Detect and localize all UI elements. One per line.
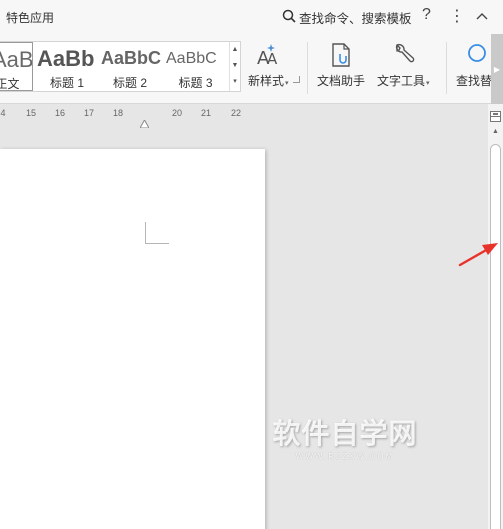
- menu-bar: 特色应用 查找命令、搜索模板 ? ⋮: [0, 0, 503, 34]
- wrench-icon: [391, 41, 415, 69]
- style-heading-3[interactable]: AaBbC 标题 3: [163, 42, 228, 91]
- more-options-button[interactable]: ⋮: [449, 6, 465, 26]
- style-heading-1-label: 标题 1: [49, 76, 84, 90]
- chevron-right-icon: ▶: [493, 64, 501, 74]
- command-search[interactable]: 查找命令、搜索模板: [282, 8, 412, 26]
- text-tools-button[interactable]: 文字工具▾: [377, 41, 430, 95]
- style-heading-2[interactable]: AaBbC 标题 2: [99, 42, 161, 91]
- split-view-icon[interactable]: [490, 109, 501, 122]
- style-heading-2-label: 标题 2: [112, 76, 147, 90]
- style-heading-2-preview: AaBbC: [101, 48, 161, 68]
- find-replace-button[interactable]: 查找替: [456, 41, 492, 95]
- document-page[interactable]: [0, 149, 265, 529]
- watermark-url: WWW.RJZXW.COM: [295, 452, 395, 461]
- margin-corner-mark: [145, 222, 169, 244]
- vertical-scrollbar[interactable]: ▲: [488, 104, 503, 529]
- ruler-number: 17: [83, 108, 95, 118]
- doc-assistant-button[interactable]: 文档助手: [317, 41, 365, 95]
- style-heading-1[interactable]: AaBb 标题 1: [35, 42, 99, 91]
- gallery-up-arrow-icon[interactable]: ▲: [230, 42, 240, 58]
- ruler-number: 16: [54, 108, 66, 118]
- style-heading-1-preview: AaBb: [37, 46, 95, 71]
- find-replace-label: 查找替: [456, 74, 493, 88]
- scroll-up-arrow-icon[interactable]: ▲: [488, 126, 503, 138]
- style-normal-label: 正文: [0, 77, 20, 91]
- svg-text:A: A: [267, 50, 278, 68]
- style-heading-3-preview: AaBbC: [166, 50, 217, 67]
- watermark-logo: 软件自学网 WWW.RJZXW.COM: [270, 412, 420, 461]
- doc-assistant-label: 文档助手: [317, 74, 366, 88]
- styles-dialog-launcher[interactable]: [293, 76, 300, 83]
- help-button[interactable]: ?: [422, 6, 431, 24]
- new-style-label: 新样式: [248, 74, 285, 88]
- search-icon: [282, 9, 296, 26]
- style-gallery: AaBb 正文 AaBb 标题 1 AaBbC 标题 2 AaBbC 标题 3 …: [0, 41, 241, 92]
- red-annotation-arrow: [458, 243, 498, 267]
- right-indent-marker[interactable]: [139, 115, 150, 129]
- collapse-ribbon-chevron-up-icon[interactable]: [474, 8, 490, 24]
- ruler-number: 4: [0, 108, 6, 118]
- doc-assistant-icon: [329, 41, 353, 69]
- text-tools-dropdown-icon: ▾: [426, 80, 430, 87]
- style-normal[interactable]: AaBb 正文: [0, 42, 33, 91]
- horizontal-ruler: 4 15 16 17 18 20 21 22: [0, 104, 488, 129]
- style-heading-3-label: 标题 3: [178, 76, 213, 90]
- ruler-number: 21: [200, 108, 212, 118]
- ruler-number: 22: [230, 108, 242, 118]
- new-style-dropdown-icon: ▾: [285, 80, 289, 87]
- find-icon: [459, 41, 489, 69]
- scrollbar-thumb[interactable]: [490, 144, 501, 529]
- command-search-label: 查找命令、搜索模板: [299, 11, 412, 26]
- text-tools-label: 文字工具: [377, 74, 426, 88]
- tab-special-apps[interactable]: 特色应用: [6, 9, 54, 26]
- style-normal-preview: AaBb: [0, 47, 33, 72]
- new-style-button[interactable]: A A 新样式▾: [248, 41, 289, 95]
- ribbon-separator: [307, 42, 308, 94]
- watermark-title: 软件自学网: [272, 418, 418, 449]
- ribbon-scroll-right-button[interactable]: ▶: [491, 34, 503, 104]
- ribbon: AaBb 正文 AaBb 标题 1 AaBbC 标题 2 AaBbC 标题 3 …: [0, 34, 503, 104]
- gallery-down-arrow-icon[interactable]: ▼: [230, 58, 240, 74]
- ruler-number: 20: [171, 108, 183, 118]
- ruler-number: 18: [112, 108, 124, 118]
- gallery-expand-icon[interactable]: ▾: [230, 74, 240, 90]
- style-gallery-scroll: ▲ ▼ ▾: [229, 42, 240, 91]
- new-style-icon: A A: [255, 41, 281, 69]
- ribbon-separator: [446, 42, 447, 94]
- ruler-number: 15: [25, 108, 37, 118]
